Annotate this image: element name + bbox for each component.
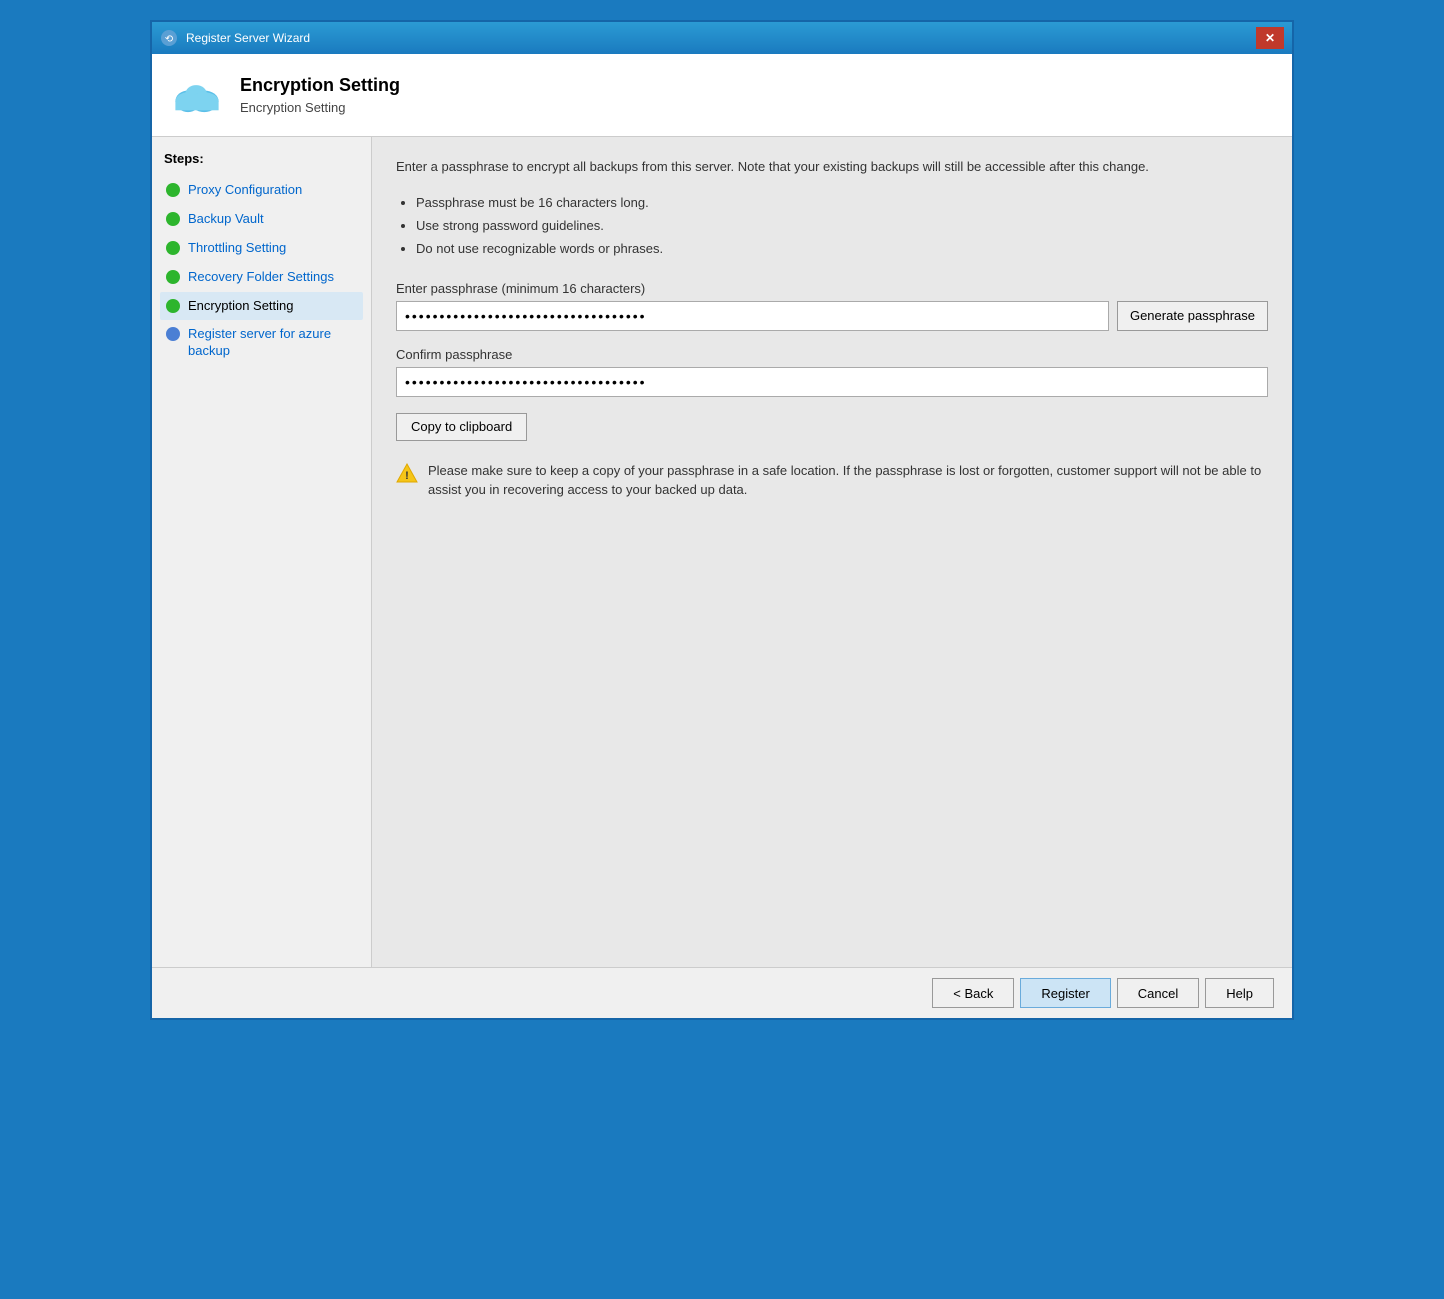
step-dot-proxy (166, 183, 180, 197)
sidebar: Steps: Proxy Configuration Backup Vault … (152, 137, 372, 967)
sidebar-item-register[interactable]: Register server for azure backup (160, 320, 363, 366)
app-icon: ⟲ (160, 29, 178, 47)
page-title: Encryption Setting (240, 75, 400, 96)
main-window: ⟲ Register Server Wizard ✕ Encryption Se… (150, 20, 1294, 1020)
warning-icon: ! (396, 462, 418, 484)
bullet-item-1: Passphrase must be 16 characters long. (416, 191, 1268, 214)
warning-box: ! Please make sure to keep a copy of you… (396, 461, 1268, 500)
warning-text: Please make sure to keep a copy of your … (428, 461, 1268, 500)
sidebar-item-encryption[interactable]: Encryption Setting (160, 292, 363, 321)
cloud-icon (170, 68, 224, 122)
svg-text:⟲: ⟲ (165, 34, 174, 45)
sidebar-item-proxy-config[interactable]: Proxy Configuration (160, 176, 363, 205)
sidebar-item-throttling[interactable]: Throttling Setting (160, 234, 363, 263)
sidebar-label-throttling: Throttling Setting (188, 240, 286, 257)
bullet-list: Passphrase must be 16 characters long. U… (416, 191, 1268, 261)
back-button[interactable]: < Back (932, 978, 1014, 1008)
sidebar-label-proxy: Proxy Configuration (188, 182, 302, 199)
header-area: Encryption Setting Encryption Setting (152, 54, 1292, 137)
help-button[interactable]: Help (1205, 978, 1274, 1008)
footer-area: < Back Register Cancel Help (152, 967, 1292, 1018)
bullet-item-2: Use strong password guidelines. (416, 214, 1268, 237)
header-text: Encryption Setting Encryption Setting (240, 75, 400, 115)
main-content-area: Enter a passphrase to encrypt all backup… (372, 137, 1292, 967)
step-dot-encryption (166, 299, 180, 313)
sidebar-item-backup-vault[interactable]: Backup Vault (160, 205, 363, 234)
passphrase-row: Generate passphrase (396, 301, 1268, 331)
passphrase-label: Enter passphrase (minimum 16 characters) (396, 281, 1268, 296)
step-dot-register (166, 327, 180, 341)
copy-to-clipboard-button[interactable]: Copy to clipboard (396, 413, 527, 441)
intro-text: Enter a passphrase to encrypt all backup… (396, 157, 1268, 177)
window-title: Register Server Wizard (186, 31, 1256, 45)
cancel-button[interactable]: Cancel (1117, 978, 1199, 1008)
close-button[interactable]: ✕ (1256, 27, 1284, 49)
sidebar-label-backup: Backup Vault (188, 211, 264, 228)
steps-label: Steps: (160, 151, 363, 166)
step-dot-backup (166, 212, 180, 226)
sidebar-label-recovery: Recovery Folder Settings (188, 269, 334, 286)
step-dot-throttling (166, 241, 180, 255)
sidebar-label-encryption: Encryption Setting (188, 298, 294, 315)
svg-text:!: ! (405, 470, 409, 482)
title-bar: ⟲ Register Server Wizard ✕ (152, 22, 1292, 54)
passphrase-input[interactable] (396, 301, 1109, 331)
bullet-item-3: Do not use recognizable words or phrases… (416, 237, 1268, 260)
confirm-label: Confirm passphrase (396, 347, 1268, 362)
register-button[interactable]: Register (1020, 978, 1110, 1008)
generate-passphrase-button[interactable]: Generate passphrase (1117, 301, 1268, 331)
body-area: Steps: Proxy Configuration Backup Vault … (152, 137, 1292, 967)
sidebar-item-recovery[interactable]: Recovery Folder Settings (160, 263, 363, 292)
sidebar-label-register: Register server for azure backup (188, 326, 357, 360)
confirm-passphrase-input[interactable] (396, 367, 1268, 397)
page-subtitle: Encryption Setting (240, 100, 400, 115)
step-dot-recovery (166, 270, 180, 284)
